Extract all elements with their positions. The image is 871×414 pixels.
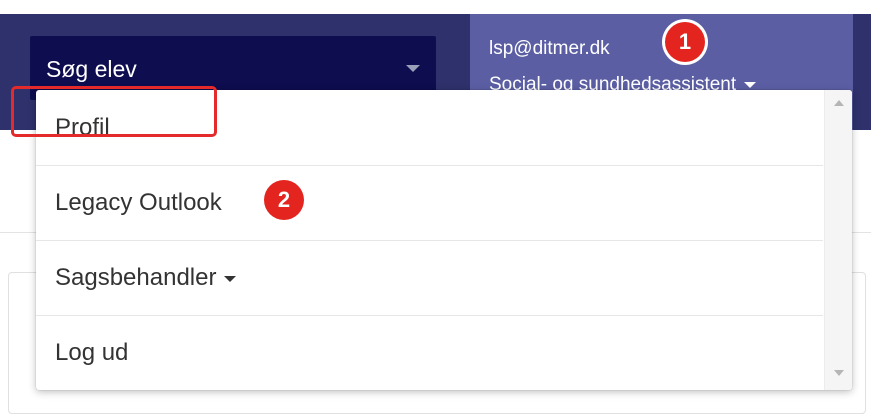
annotation-badge-1: 1 [665,22,705,62]
menu-item-legacy-outlook[interactable]: Legacy Outlook [36,165,823,241]
menu-item-sagsbehandler[interactable]: Sagsbehandler [36,240,823,316]
user-email: lsp@ditmer.dk [489,38,610,59]
search-student-label: Søg elev [46,56,137,82]
menu-item-sagsbehandler-label: Sagsbehandler [55,264,217,291]
caret-down-icon [406,65,420,72]
annotation-highlight-box [11,86,217,137]
caret-down-icon [224,275,237,282]
menu-item-log-ud[interactable]: Log ud [36,315,823,390]
menu-item-label: Sagsbehandler [55,264,237,292]
background-divider [852,232,871,233]
menu-scrollbar[interactable] [824,90,852,390]
caret-down-icon [744,81,757,88]
arrow-up-icon[interactable] [834,100,844,106]
menu-item-label: Legacy Outlook [55,189,222,216]
background-divider [0,232,36,233]
arrow-down-icon[interactable] [834,370,844,376]
menu-item-label: Log ud [55,339,129,366]
annotation-badge-2: 2 [264,180,304,220]
